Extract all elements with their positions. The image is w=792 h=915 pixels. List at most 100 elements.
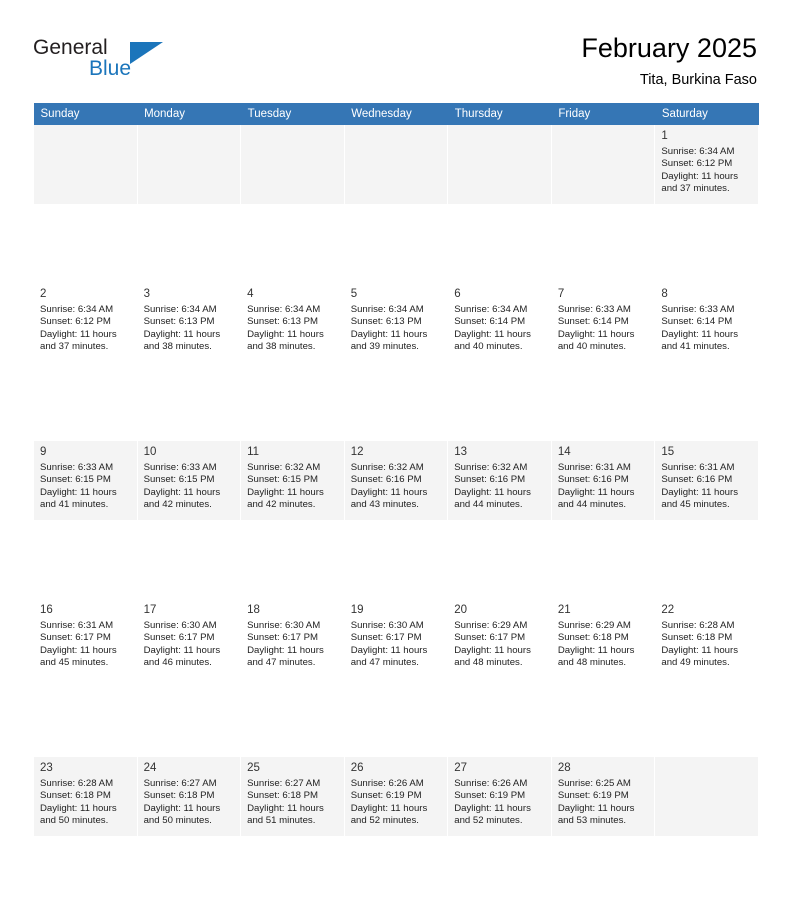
calendar-day-cell[interactable]: 6 Sunrise: 6:34 AM Sunset: 6:14 PM Daylig…: [447, 283, 552, 362]
calendar-page: General Blue February 2025 Tita, Burkina…: [0, 0, 792, 915]
calendar-day-cell[interactable]: 4 Sunrise: 6:34 AM Sunset: 6:13 PM Daylig…: [240, 283, 345, 362]
calendar-cell-content: 17 Sunrise: 6:30 AM Sunset: 6:17 PM Dayli…: [138, 599, 241, 678]
calendar-day-cell[interactable]: 20 Sunrise: 6:29 AM Sunset: 6:17 PM Dayli…: [447, 599, 552, 678]
calendar-day-cell[interactable]: 22 Sunrise: 6:28 AM Sunset: 6:18 PM Dayli…: [654, 599, 759, 678]
day-number: 17: [143, 604, 157, 616]
calendar-row-separator: [33, 204, 759, 283]
day-number: 10: [143, 446, 157, 458]
row-separator-line: [33, 678, 759, 757]
day-number: 9: [40, 446, 47, 458]
calendar-row-separator: [33, 678, 759, 757]
calendar-day-cell[interactable]: 26 Sunrise: 6:26 AM Sunset: 6:19 PM Dayli…: [343, 757, 449, 836]
calendar-cell-content: 8 Sunrise: 6:33 AM Sunset: 6:14 PM Daylig…: [655, 283, 758, 362]
sun-times-detail: Sunrise: 6:30 AM Sunset: 6:17 PM Dayligh…: [350, 620, 428, 669]
calendar-day-cell[interactable]: 13 Sunrise: 6:32 AM Sunset: 6:16 PM Dayli…: [447, 441, 552, 520]
calendar-cell-content: 15 Sunrise: 6:31 AM Sunset: 6:16 PM Dayli…: [655, 441, 758, 520]
calendar-cell-content: [552, 125, 655, 204]
calendar-cell-content: [138, 125, 241, 204]
weekday-header-tuesday: Tuesday: [240, 103, 345, 125]
calendar-cell-content: 27 Sunrise: 6:26 AM Sunset: 6:19 PM Dayli…: [448, 757, 551, 836]
day-number: 2: [40, 288, 47, 300]
calendar-cell-empty: [33, 125, 138, 204]
general-blue-logo: General Blue: [33, 36, 213, 88]
page-header: General Blue February 2025 Tita, Burkina…: [0, 0, 792, 103]
calendar-cell-content: [448, 125, 551, 204]
calendar-cell-content: 26 Sunrise: 6:26 AM Sunset: 6:19 PM Dayli…: [345, 757, 448, 836]
calendar-day-cell[interactable]: 14 Sunrise: 6:31 AM Sunset: 6:16 PM Dayli…: [550, 441, 656, 520]
calendar-cell-content: 22 Sunrise: 6:28 AM Sunset: 6:18 PM Dayli…: [655, 599, 758, 678]
calendar-day-cell[interactable]: 12 Sunrise: 6:32 AM Sunset: 6:16 PM Dayli…: [343, 441, 449, 520]
calendar-day-cell[interactable]: 17 Sunrise: 6:30 AM Sunset: 6:17 PM Dayli…: [136, 599, 242, 678]
sun-times-detail: Sunrise: 6:25 AM Sunset: 6:19 PM Dayligh…: [557, 778, 635, 827]
calendar-day-cell[interactable]: 7 Sunrise: 6:33 AM Sunset: 6:14 PM Daylig…: [550, 283, 656, 362]
month-calendar: Sunday Monday Tuesday Wednesday Thursday…: [33, 103, 759, 915]
calendar-cell-content: 3 Sunrise: 6:34 AM Sunset: 6:13 PM Daylig…: [138, 283, 241, 362]
calendar-day-cell[interactable]: 23 Sunrise: 6:28 AM Sunset: 6:18 PM Dayli…: [33, 757, 138, 836]
calendar-header-row: Sunday Monday Tuesday Wednesday Thursday…: [33, 103, 759, 125]
calendar-day-cell[interactable]: 15 Sunrise: 6:31 AM Sunset: 6:16 PM Dayli…: [654, 441, 759, 520]
calendar-cell-content: 20 Sunrise: 6:29 AM Sunset: 6:17 PM Dayli…: [448, 599, 551, 678]
row-separator-line: [33, 362, 759, 441]
sun-times-detail: Sunrise: 6:31 AM Sunset: 6:17 PM Dayligh…: [40, 620, 117, 669]
calendar-cell-content: 18 Sunrise: 6:30 AM Sunset: 6:17 PM Dayli…: [241, 599, 344, 678]
location-subtitle: Tita, Burkina Faso: [639, 72, 757, 88]
calendar-body: 1 Sunrise: 6:34 AM Sunset: 6:12 PM Daylig…: [33, 125, 759, 915]
calendar-day-cell[interactable]: 10 Sunrise: 6:33 AM Sunset: 6:15 PM Dayli…: [136, 441, 242, 520]
calendar-day-cell[interactable]: 28 Sunrise: 6:25 AM Sunset: 6:19 PM Dayli…: [550, 757, 656, 836]
calendar-day-cell[interactable]: 1 Sunrise: 6:34 AM Sunset: 6:12 PM Daylig…: [654, 125, 759, 204]
calendar-day-cell[interactable]: 24 Sunrise: 6:27 AM Sunset: 6:18 PM Dayli…: [136, 757, 242, 836]
day-number: 12: [350, 446, 364, 458]
logo-triangle-icon: [130, 42, 163, 64]
sun-times-detail: Sunrise: 6:34 AM Sunset: 6:14 PM Dayligh…: [454, 304, 531, 353]
sun-times-detail: Sunrise: 6:29 AM Sunset: 6:17 PM Dayligh…: [454, 620, 531, 669]
sun-times-detail: Sunrise: 6:34 AM Sunset: 6:13 PM Dayligh…: [247, 304, 324, 353]
sun-times-detail: Sunrise: 6:32 AM Sunset: 6:16 PM Dayligh…: [350, 462, 428, 511]
weekday-header-monday: Monday: [137, 103, 241, 125]
sun-times-detail: Sunrise: 6:26 AM Sunset: 6:19 PM Dayligh…: [350, 778, 428, 827]
calendar-day-cell[interactable]: 8 Sunrise: 6:33 AM Sunset: 6:14 PM Daylig…: [654, 283, 759, 362]
calendar-day-cell[interactable]: 19 Sunrise: 6:30 AM Sunset: 6:17 PM Dayli…: [343, 599, 449, 678]
row-separator-line: [33, 204, 759, 283]
calendar-day-cell[interactable]: 5 Sunrise: 6:34 AM Sunset: 6:13 PM Daylig…: [343, 283, 449, 362]
calendar-cell-empty: [447, 125, 552, 204]
calendar-cell-content: 10 Sunrise: 6:33 AM Sunset: 6:15 PM Dayli…: [138, 441, 241, 520]
calendar-week-row: 16 Sunrise: 6:31 AM Sunset: 6:17 PM Dayli…: [33, 599, 759, 678]
sun-times-detail: Sunrise: 6:29 AM Sunset: 6:18 PM Dayligh…: [557, 620, 635, 669]
calendar-cell-content: 19 Sunrise: 6:30 AM Sunset: 6:17 PM Dayli…: [345, 599, 448, 678]
logo-text-general: General: [33, 36, 108, 59]
calendar-cell-content: [655, 757, 758, 836]
calendar-day-cell[interactable]: 3 Sunrise: 6:34 AM Sunset: 6:13 PM Daylig…: [136, 283, 242, 362]
calendar-cell-content: 6 Sunrise: 6:34 AM Sunset: 6:14 PM Daylig…: [448, 283, 551, 362]
sun-times-detail: Sunrise: 6:34 AM Sunset: 6:13 PM Dayligh…: [350, 304, 428, 353]
calendar-day-cell[interactable]: 2 Sunrise: 6:34 AM Sunset: 6:12 PM Daylig…: [33, 283, 138, 362]
sun-times-detail: Sunrise: 6:31 AM Sunset: 6:16 PM Dayligh…: [661, 462, 738, 511]
day-number: 23: [40, 762, 53, 774]
calendar-cell-content: 23 Sunrise: 6:28 AM Sunset: 6:18 PM Dayli…: [34, 757, 137, 836]
calendar-day-cell[interactable]: 18 Sunrise: 6:30 AM Sunset: 6:17 PM Dayli…: [240, 599, 345, 678]
calendar-cell-content: 1 Sunrise: 6:34 AM Sunset: 6:12 PM Daylig…: [655, 125, 758, 204]
calendar-cell-content: [345, 125, 448, 204]
calendar-row-separator: [33, 520, 759, 599]
day-number: 27: [454, 762, 468, 774]
calendar-day-cell[interactable]: 9 Sunrise: 6:33 AM Sunset: 6:15 PM Daylig…: [33, 441, 138, 520]
calendar-week-row: 2 Sunrise: 6:34 AM Sunset: 6:12 PM Daylig…: [33, 283, 759, 362]
calendar-cell-empty: [343, 125, 449, 204]
day-number: 26: [350, 762, 364, 774]
calendar-cell-content: 2 Sunrise: 6:34 AM Sunset: 6:12 PM Daylig…: [34, 283, 137, 362]
calendar-day-cell[interactable]: 27 Sunrise: 6:26 AM Sunset: 6:19 PM Dayli…: [447, 757, 552, 836]
day-number: 8: [661, 288, 668, 300]
sun-times-detail: Sunrise: 6:32 AM Sunset: 6:16 PM Dayligh…: [454, 462, 531, 511]
calendar-day-cell[interactable]: 21 Sunrise: 6:29 AM Sunset: 6:18 PM Dayli…: [550, 599, 656, 678]
calendar-day-cell[interactable]: 11 Sunrise: 6:32 AM Sunset: 6:15 PM Dayli…: [240, 441, 345, 520]
day-number: 18: [247, 604, 260, 616]
calendar-day-cell[interactable]: 16 Sunrise: 6:31 AM Sunset: 6:17 PM Dayli…: [33, 599, 138, 678]
calendar-cell-content: 9 Sunrise: 6:33 AM Sunset: 6:15 PM Daylig…: [34, 441, 137, 520]
sun-times-detail: Sunrise: 6:33 AM Sunset: 6:15 PM Dayligh…: [40, 462, 117, 511]
day-number: 5: [350, 288, 358, 300]
row-separator-line: [33, 836, 759, 915]
day-number: 16: [40, 604, 53, 616]
row-separator-line: [33, 520, 759, 599]
calendar-day-cell[interactable]: 25 Sunrise: 6:27 AM Sunset: 6:18 PM Dayli…: [240, 757, 345, 836]
day-number: 25: [247, 762, 260, 774]
day-number: 3: [143, 288, 150, 300]
